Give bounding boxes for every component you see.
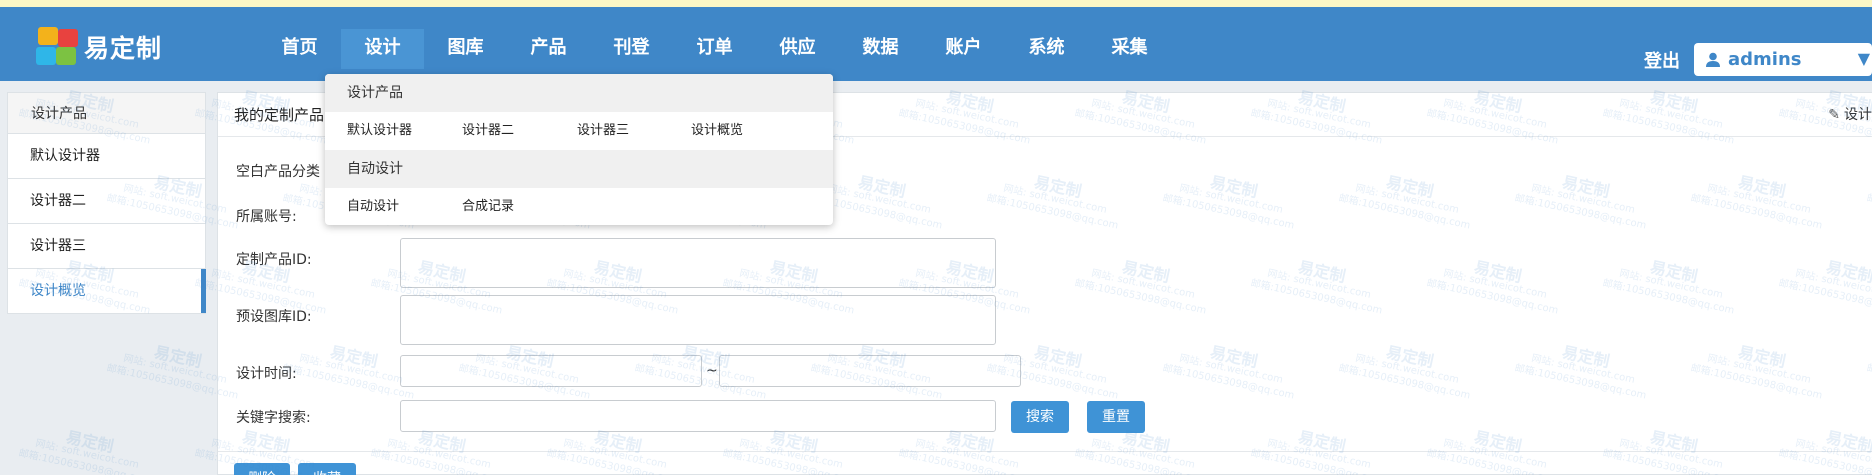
logo-icon — [36, 27, 80, 67]
dropdown-link-design-overview[interactable]: 设计概览 — [691, 112, 743, 150]
account-label: 所属账号: — [236, 209, 297, 225]
user-menu[interactable]: admins ▼ — [1694, 43, 1872, 76]
design-time-start-input[interactable] — [400, 355, 702, 387]
sidebar-item-design-overview[interactable]: 设计概览 — [7, 269, 206, 314]
gallery-id-textarea[interactable] — [400, 295, 996, 345]
watermark-tile: 易定制网站: soft.weicot.com邮箱:1050653098@qq.c… — [17, 427, 152, 475]
sidebar-item-designer-3[interactable]: 设计器三 — [7, 224, 206, 269]
search-button[interactable]: 搜索 — [1011, 401, 1069, 433]
blank-category-label: 空白产品分类 — [236, 164, 320, 180]
nav-item-data[interactable]: 数据 — [839, 29, 922, 69]
divider — [218, 451, 1872, 452]
product-id-textarea[interactable] — [400, 238, 996, 288]
dropdown-link-compose-records[interactable]: 合成记录 — [462, 188, 514, 225]
nav-item-orders[interactable]: 订单 — [673, 29, 756, 69]
top-navbar: 易定制 首页 设计 图库 产品 刊登 订单 供应 数据 账户 系统 采集 登出 … — [0, 7, 1872, 81]
sidebar-item-designer-2[interactable]: 设计器二 — [7, 179, 206, 224]
nav-item-account[interactable]: 账户 — [922, 29, 1005, 69]
favorite-button[interactable]: 收藏 — [298, 463, 356, 475]
username: admins — [1728, 49, 1802, 70]
dropdown-link-designer-2[interactable]: 设计器二 — [462, 112, 514, 150]
keyword-search-input[interactable] — [400, 400, 996, 432]
nav-item-listing[interactable]: 刊登 — [590, 29, 673, 69]
keyword-label: 关键字搜索: — [236, 410, 311, 426]
dropdown-link-auto-design[interactable]: 自动设计 — [347, 188, 399, 225]
sidebar-item-default-designer[interactable]: 默认设计器 — [7, 134, 206, 179]
reset-button[interactable]: 重置 — [1087, 401, 1145, 433]
dropdown-group-title: 设计产品 — [325, 74, 833, 112]
gallery-id-label: 预设图库ID: — [236, 309, 312, 325]
nav-item-supply[interactable]: 供应 — [756, 29, 839, 69]
dropdown-row: 默认设计器 设计器二 设计器三 设计概览 — [325, 112, 833, 150]
design-action-label: 设计 — [1844, 107, 1872, 123]
nav-item-gallery[interactable]: 图库 — [424, 29, 507, 69]
design-time-label: 设计时间: — [236, 366, 297, 382]
nav-item-home[interactable]: 首页 — [258, 29, 341, 69]
caret-down-icon: ▼ — [1857, 49, 1870, 68]
design-dropdown-menu: 设计产品 默认设计器 设计器二 设计器三 设计概览 自动设计 自动设计 合成记录 — [325, 74, 833, 225]
pencil-icon: ✎ — [1828, 107, 1840, 123]
product-id-label: 定制产品ID: — [236, 252, 312, 268]
brand-logo[interactable]: 易定制 — [36, 25, 162, 69]
delete-button[interactable]: 删除 — [234, 463, 290, 475]
nav-item-products[interactable]: 产品 — [507, 29, 590, 69]
sidebar: 设计产品 默认设计器 设计器二 设计器三 设计概览 — [7, 92, 206, 314]
logout-link[interactable]: 登出 — [1644, 47, 1680, 73]
top-notice-strip — [0, 0, 1872, 7]
dropdown-link-designer-3[interactable]: 设计器三 — [577, 112, 629, 150]
dropdown-link-default-designer[interactable]: 默认设计器 — [347, 112, 412, 150]
nav-item-design[interactable]: 设计 — [341, 29, 424, 69]
design-time-end-input[interactable] — [719, 355, 1021, 387]
nav-item-collect[interactable]: 采集 — [1088, 29, 1171, 69]
brand-name: 易定制 — [84, 34, 163, 63]
dropdown-group-title: 自动设计 — [325, 150, 833, 188]
dropdown-row: 自动设计 合成记录 — [325, 188, 833, 225]
user-icon — [1706, 52, 1720, 67]
time-range-separator: ~ — [706, 363, 718, 379]
design-action-link[interactable]: ✎ 设计 — [1828, 93, 1872, 137]
page-title: 我的定制产品 — [234, 106, 325, 124]
main-nav: 首页 设计 图库 产品 刊登 订单 供应 数据 账户 系统 采集 — [258, 29, 1171, 69]
nav-item-system[interactable]: 系统 — [1005, 29, 1088, 69]
sidebar-header: 设计产品 — [7, 92, 206, 134]
